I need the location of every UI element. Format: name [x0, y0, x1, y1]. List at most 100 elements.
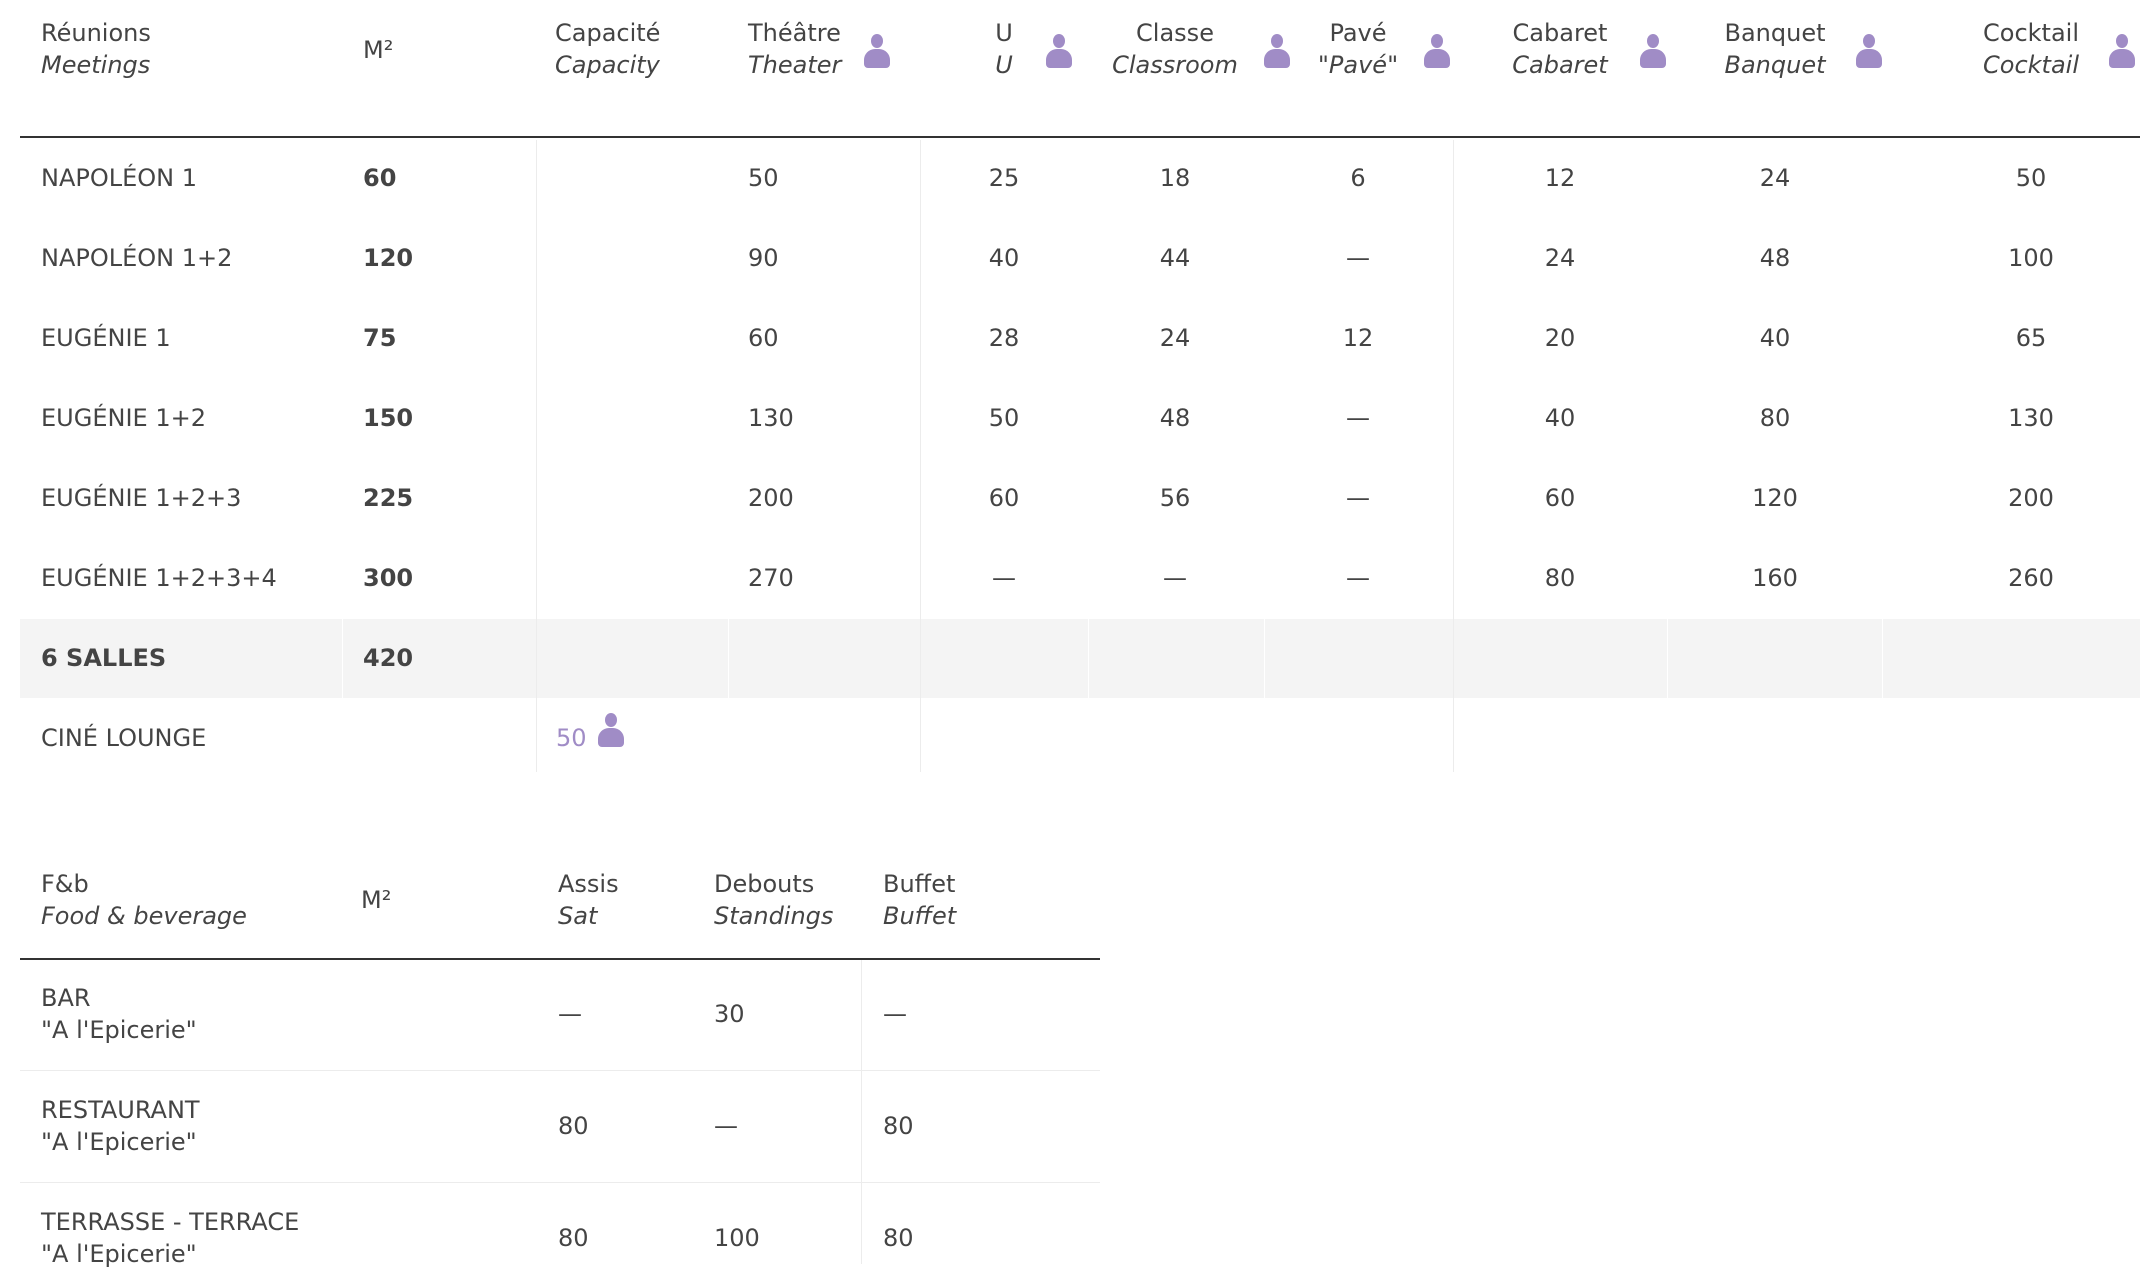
- room-name: EUGÉNIE 1+2+3: [41, 484, 242, 512]
- fnb-name: BAR: [41, 984, 91, 1012]
- person-icon: [1856, 34, 1882, 68]
- header-cabaret-en: Cabaret: [1512, 51, 1608, 79]
- fnb-header-rule: [20, 958, 1100, 960]
- header-banquet-en: Banquet: [1724, 51, 1826, 79]
- fnb-subname: "A l'Epicerie": [41, 1128, 197, 1156]
- room-m2: 225: [363, 484, 414, 512]
- total-row-background: [20, 619, 2140, 698]
- classroom-value: 48: [1159, 404, 1191, 432]
- person-icon: [2109, 34, 2135, 68]
- person-icon: [1640, 34, 1666, 68]
- cocktail-value: 130: [2008, 404, 2054, 432]
- theatre-value: 50: [748, 164, 779, 192]
- header-theatre-fr: Théâtre: [748, 19, 841, 47]
- standing-value: —: [714, 1112, 738, 1140]
- column-divider: [1882, 619, 1883, 698]
- header-classroom-fr: Classe: [1136, 19, 1214, 47]
- fnb-name: TERRASSE - TERRACE: [41, 1208, 300, 1236]
- classroom-value: 56: [1159, 484, 1191, 512]
- theatre-value: 200: [748, 484, 794, 512]
- room-m2: 120: [363, 244, 414, 272]
- room-m2: 60: [363, 164, 397, 192]
- u-value: 50: [988, 404, 1020, 432]
- column-divider: [1088, 619, 1089, 698]
- header-u-fr: U: [995, 19, 1013, 47]
- sat-value: 80: [558, 1112, 589, 1140]
- fnb-header-name-fr: F&b: [41, 870, 89, 898]
- pave-value: —: [1346, 484, 1370, 512]
- fnb-header-standing-fr: Debouts: [714, 870, 815, 898]
- pave-value: —: [1346, 404, 1370, 432]
- person-icon: [864, 34, 890, 68]
- fnb-header-m2: M²: [361, 886, 392, 914]
- standing-value: 30: [714, 1000, 745, 1028]
- header-capacity-fr: Capacité: [555, 19, 661, 47]
- buffet-value: 80: [883, 1112, 914, 1140]
- fnb-subname: "A l'Epicerie": [41, 1240, 197, 1268]
- cabaret-value: 40: [1544, 404, 1576, 432]
- banquet-value: 48: [1759, 244, 1791, 272]
- column-divider: [1453, 140, 1454, 772]
- column-divider: [536, 140, 537, 772]
- total-m2: 420: [363, 644, 414, 672]
- cocktail-value: 200: [2008, 484, 2054, 512]
- banquet-value: 80: [1759, 404, 1791, 432]
- pave-value: 12: [1342, 324, 1374, 352]
- person-icon: [1264, 34, 1290, 68]
- cabaret-value: 60: [1544, 484, 1576, 512]
- u-value: 28: [988, 324, 1020, 352]
- fnb-header-name-en: Food & beverage: [41, 902, 247, 930]
- classroom-value: 44: [1159, 244, 1191, 272]
- u-value: —: [992, 564, 1016, 592]
- theatre-value: 90: [748, 244, 779, 272]
- cabaret-value: 80: [1544, 564, 1576, 592]
- header-cocktail-en: Cocktail: [1983, 51, 2079, 79]
- cocktail-value: 100: [2008, 244, 2054, 272]
- header-theatre-en: Theater: [748, 51, 842, 79]
- column-divider: [861, 960, 862, 1264]
- header-capacity-en: Capacity: [555, 51, 660, 79]
- fnb-header-buffet-fr: Buffet: [883, 870, 956, 898]
- column-divider: [728, 619, 729, 698]
- header-pave-en: "Pavé": [1317, 51, 1399, 79]
- sat-value: —: [558, 1000, 582, 1028]
- u-value: 60: [988, 484, 1020, 512]
- standing-value: 100: [714, 1224, 760, 1252]
- column-divider: [1667, 619, 1668, 698]
- theatre-value: 130: [748, 404, 794, 432]
- theatre-value: 270: [748, 564, 794, 592]
- cocktail-value: 50: [2015, 164, 2047, 192]
- header-name-en: Meetings: [41, 51, 151, 79]
- fnb-header-standing-en: Standings: [714, 902, 834, 930]
- buffet-value: 80: [883, 1224, 914, 1252]
- person-icon: [1424, 34, 1450, 68]
- column-divider: [342, 619, 343, 698]
- header-pave-fr: Pavé: [1329, 19, 1387, 47]
- fnb-header-buffet-en: Buffet: [883, 902, 957, 930]
- room-m2: 150: [363, 404, 414, 432]
- cocktail-value: 65: [2015, 324, 2047, 352]
- lounge-name: CINÉ LOUNGE: [41, 724, 207, 752]
- lounge-capacity: 50: [556, 724, 587, 752]
- header-cocktail-fr: Cocktail: [1983, 19, 2079, 47]
- header-banquet-fr: Banquet: [1724, 19, 1826, 47]
- person-icon: [598, 713, 624, 747]
- buffet-value: —: [883, 1000, 907, 1028]
- header-cabaret-fr: Cabaret: [1512, 19, 1608, 47]
- banquet-value: 24: [1759, 164, 1791, 192]
- classroom-value: —: [1163, 564, 1187, 592]
- column-divider: [920, 140, 921, 772]
- cabaret-value: 12: [1544, 164, 1576, 192]
- pave-value: 6: [1350, 164, 1366, 192]
- fnb-header-sat-en: Sat: [558, 902, 598, 930]
- total-name: 6 SALLES: [41, 644, 167, 672]
- banquet-value: 120: [1752, 484, 1798, 512]
- header-classroom-en: Classroom: [1112, 51, 1238, 79]
- pave-value: —: [1346, 564, 1370, 592]
- classroom-value: 18: [1159, 164, 1191, 192]
- banquet-value: 40: [1759, 324, 1791, 352]
- room-name: NAPOLÉON 1: [41, 164, 198, 192]
- room-name: EUGÉNIE 1+2+3+4: [41, 564, 277, 592]
- theatre-value: 60: [748, 324, 779, 352]
- header-rule: [20, 136, 2140, 138]
